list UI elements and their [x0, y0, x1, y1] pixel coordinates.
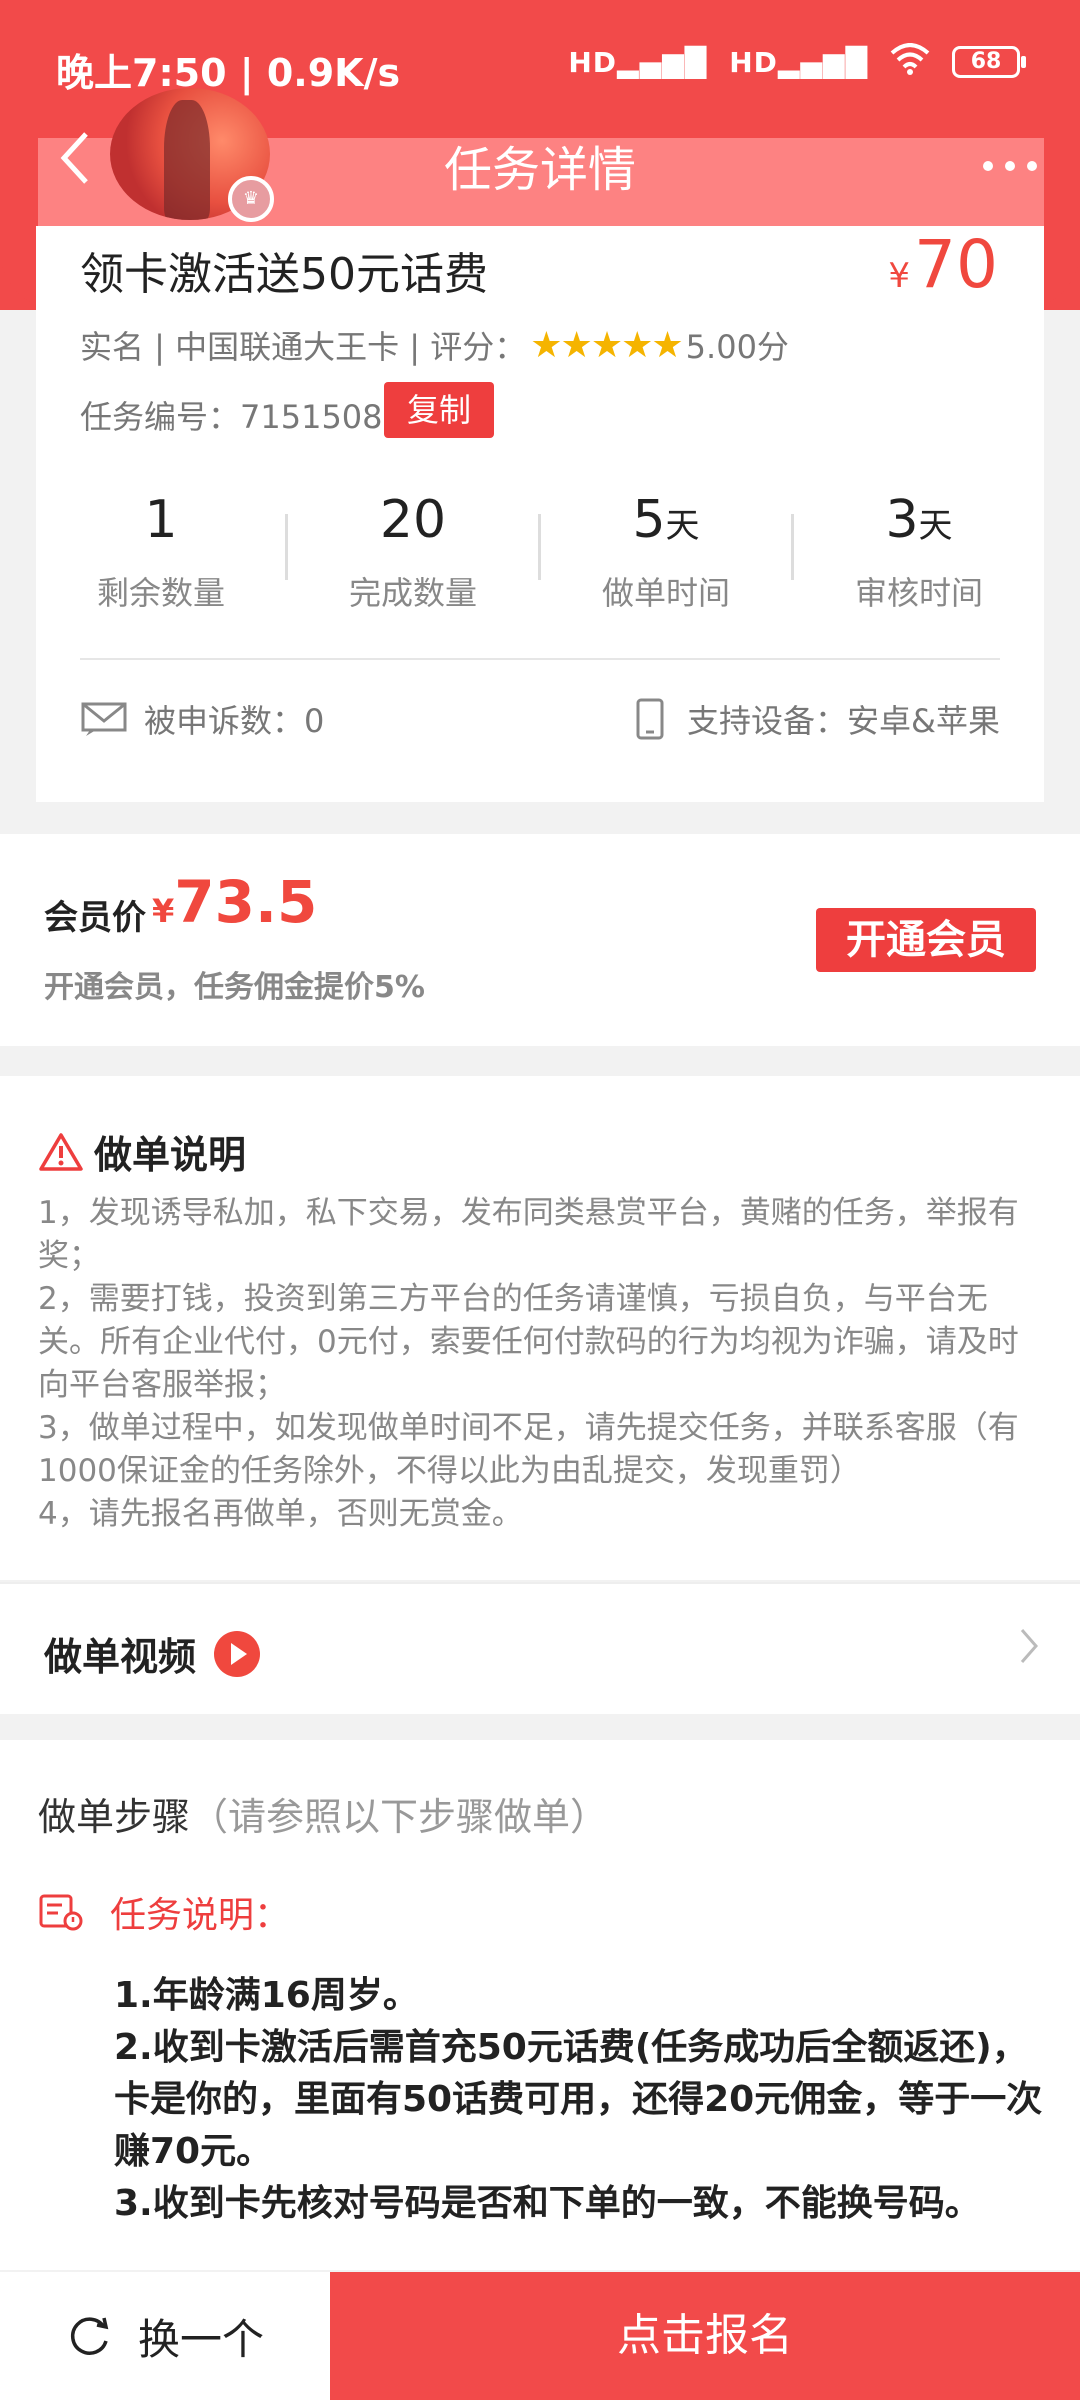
price-symbol: ¥ [152, 892, 175, 930]
instructions-title: 做单说明 [38, 1124, 246, 1179]
device-text: 支持设备：安卓&苹果 [687, 702, 1000, 740]
stat-num: 3 [885, 490, 919, 550]
complaint-text: 被申诉数：0 [144, 702, 325, 740]
star-icon: ★ [590, 324, 624, 366]
status-icons: HD▂▄▆█ HD▂▄▆█ 68 [568, 40, 1026, 84]
star-icon: ★ [621, 324, 654, 366]
steps-title: 做单步骤（请参照以下步骤做单） [38, 1786, 608, 1841]
instruction-line: 4，请先报名再做单，否则无赏金。 [38, 1496, 523, 1532]
more-button[interactable] [980, 130, 1040, 188]
page-title: 任务详情 [443, 142, 636, 198]
stat-label: 剩余数量 [96, 574, 225, 612]
task-id: 任务编号：7151508 [80, 398, 383, 436]
stat-unit: 天 [918, 506, 953, 546]
signup-button[interactable]: 点击报名 [330, 2272, 1080, 2400]
stat-remaining: 1 剩余数量 [36, 490, 286, 614]
battery-icon: 68 [952, 46, 1026, 78]
task-title: 领卡激活送50元话费 [80, 249, 488, 300]
stat-review-time: 3天 审核时间 [794, 490, 1044, 614]
video-label-text: 做单视频 [44, 1635, 197, 1679]
phone-icon [636, 698, 664, 740]
stat-num: 20 [379, 490, 447, 550]
star-icon: ★ [651, 324, 684, 366]
member-note: 开通会员，任务佣金提价5% [44, 970, 425, 1005]
video-label[interactable]: 做单视频 [44, 1626, 261, 1681]
document-icon [39, 1894, 83, 1931]
signal-icon: HD▂▄▆█ [568, 45, 708, 79]
task-price: ¥70 [888, 226, 998, 303]
stat-label: 完成数量 [348, 574, 477, 612]
instruction-line: 3，做单过程中，如发现做单时间不足，请先提交任务，并联系客服（有1000保证金的… [38, 1410, 1019, 1489]
instructions-text: 1，发现诱导私加，私下交易，发布同类悬赏平台，黄赌的任务，举报有奖； 2，需要打… [38, 1192, 1048, 1536]
stat-num: 5 [632, 490, 666, 550]
refresh-button[interactable]: 换一个 [0, 2272, 330, 2400]
complaint-icon [81, 702, 127, 736]
step-line: 1.年龄满16周岁。 [114, 1975, 419, 2016]
star-icon: ★ [530, 324, 563, 366]
status-time: 晚上7:50 | 0.9K/s [56, 51, 401, 95]
step-line: 2.收到卡激活后需首充50元话费(任务成功后全额返还)，卡是你的，里面有50话费… [114, 2027, 1043, 2172]
task-description-label-text: 任务说明： [110, 1895, 291, 1936]
chevron-right-icon[interactable] [1018, 1626, 1040, 1677]
instructions-title-text: 做单说明 [94, 1133, 247, 1177]
task-description-text: 1.年龄满16周岁。 2.收到卡激活后需首充50元话费(任务成功后全额返还)，卡… [114, 1970, 1044, 2230]
more-dots-icon [983, 161, 1037, 171]
open-member-button[interactable]: 开通会员 [816, 908, 1036, 972]
refresh-icon [70, 2317, 109, 2355]
play-icon [214, 1630, 261, 1677]
complaint-count: 被申诉数：0 [80, 696, 324, 742]
instruction-line: 1，发现诱导私加，私下交易，发布同类悬赏平台，黄赌的任务，举报有奖； [38, 1195, 1019, 1274]
steps-subtitle: （请参照以下步骤做单） [190, 1795, 609, 1839]
steps-title-text: 做单步骤 [38, 1795, 191, 1839]
stat-completed: 20 完成数量 [288, 490, 538, 614]
stat-unit: 天 [665, 506, 700, 546]
member-price-value: 73.5 [174, 868, 318, 936]
stat-label: 审核时间 [854, 574, 983, 612]
meta-text: 实名 | 中国联通大王卡 | 评分： [80, 328, 527, 366]
stat-label: 做单时间 [601, 574, 730, 612]
star-icon: ★ [560, 324, 593, 366]
supported-devices: 支持设备：安卓&苹果 [635, 696, 1000, 742]
task-meta: 实名 | 中国联通大王卡 | 评分： ★ ★ ★ ★ ★ 5.00分 [80, 322, 789, 368]
rating-text: 5.00分 [685, 328, 789, 366]
instruction-line: 2，需要打钱，投资到第三方平台的任务请谨慎，亏损自负，与平台无关。所有企业代付，… [38, 1281, 1019, 1403]
price-symbol: ¥ [888, 256, 911, 296]
wifi-icon [890, 40, 930, 84]
divider [80, 658, 1000, 660]
stat-num: 1 [144, 490, 178, 550]
refresh-label: 换一个 [137, 2314, 264, 2364]
warning-icon [39, 1132, 83, 1171]
step-line: 3.收到卡先核对号码是否和下单的一致，不能换号码。 [114, 2183, 981, 2224]
task-description-label: 任务说明： [38, 1886, 290, 1938]
rating-stars: ★ ★ ★ ★ ★ [530, 324, 684, 366]
price-value: 70 [914, 226, 998, 303]
copy-button[interactable]: 复制 [384, 382, 494, 438]
stat-work-time: 5天 做单时间 [541, 490, 791, 614]
member-price: ¥73.5 [152, 868, 317, 936]
signal-icon-2: HD▂▄▆█ [729, 45, 868, 79]
member-label: 会员价 [44, 898, 146, 938]
